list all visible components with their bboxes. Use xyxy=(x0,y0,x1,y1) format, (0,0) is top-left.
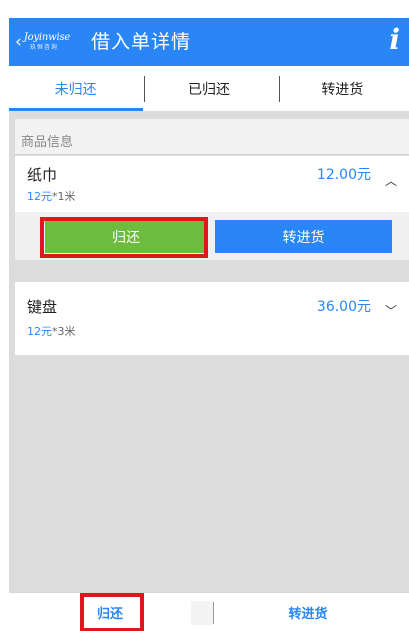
tab-divider xyxy=(144,76,145,102)
header-bar: ‹ Joyinwise 玖恒咨询 借入单详情 i xyxy=(9,18,409,66)
item-name: 键盘 xyxy=(27,298,58,316)
item-unit-price: 12元 xyxy=(27,325,52,338)
bottom-divider xyxy=(213,602,214,624)
tab-not-returned[interactable]: 未归还 xyxy=(9,66,142,112)
item-action-row: 归还 转进货 xyxy=(15,212,409,260)
tab-bar: 未归还 已归还 转进货 xyxy=(9,66,409,112)
tab-divider xyxy=(279,76,280,102)
page-title: 借入单详情 xyxy=(91,31,192,53)
logo-subtext: 玖恒咨询 xyxy=(29,44,58,51)
bottom-transfer-button[interactable]: 转进货 xyxy=(267,593,349,631)
section-label: 商品信息 xyxy=(21,135,74,150)
info-icon[interactable]: i xyxy=(389,24,400,56)
logo-text: Joyinwise xyxy=(23,32,71,43)
chevron-up-icon[interactable]: ︿ xyxy=(385,172,397,189)
bottom-spacer xyxy=(191,601,213,625)
item-name: 纸巾 xyxy=(27,166,58,184)
tab-returned[interactable]: 已归还 xyxy=(142,66,275,112)
item-detail: 12元*3米 xyxy=(27,323,76,339)
app-frame: ‹ Joyinwise 玖恒咨询 借入单详情 i 未归还 已归还 转进货 商品信… xyxy=(9,0,409,631)
section-header: 商品信息 xyxy=(15,119,409,155)
bottom-action-bar: 归还 转进货 xyxy=(9,592,409,631)
tab-transfer[interactable]: 转进货 xyxy=(276,66,409,112)
item-amount: 12.00元 xyxy=(316,167,371,183)
item-unit-price: 12元 xyxy=(27,190,52,203)
item-qty: *3米 xyxy=(52,325,76,338)
transfer-button[interactable]: 转进货 xyxy=(215,220,392,253)
item-qty: *1米 xyxy=(52,190,76,203)
highlight-box xyxy=(80,593,144,631)
content-area: 商品信息 纸巾 12元*1米 12.00元 ︿ 归还 转进货 键盘 12元*3米… xyxy=(9,111,409,592)
chevron-left-icon: ‹ xyxy=(15,31,22,52)
list-item[interactable]: 键盘 12元*3米 36.00元 ﹀ xyxy=(15,282,409,355)
item-detail: 12元*1米 xyxy=(27,188,76,204)
back-button[interactable]: ‹ Joyinwise 玖恒咨询 xyxy=(15,28,70,56)
list-item[interactable]: 纸巾 12元*1米 12.00元 ︿ xyxy=(15,156,409,212)
highlight-box xyxy=(40,217,208,258)
item-amount: 36.00元 xyxy=(316,299,371,315)
logo: Joyinwise 玖恒咨询 xyxy=(23,28,71,56)
chevron-down-icon[interactable]: ﹀ xyxy=(385,302,397,319)
